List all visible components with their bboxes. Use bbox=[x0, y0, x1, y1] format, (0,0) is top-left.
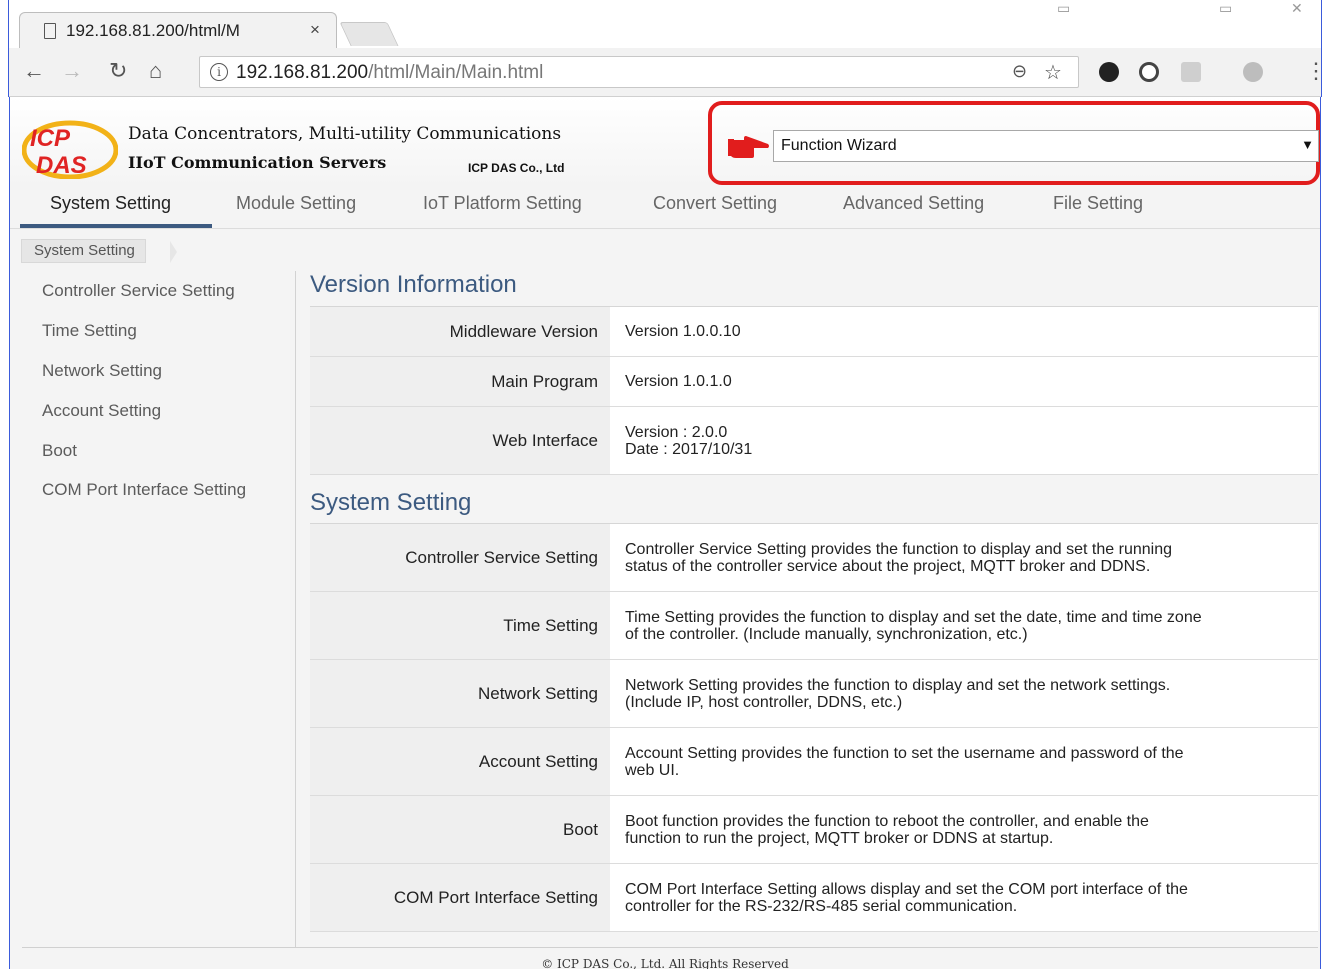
info-icon[interactable]: i bbox=[210, 63, 228, 81]
tab-file-setting[interactable]: File Setting bbox=[1053, 193, 1143, 214]
forward-icon[interactable]: → bbox=[61, 59, 83, 83]
version-row-value: Version 1.0.1.0 bbox=[625, 373, 732, 390]
url-text[interactable]: 192.168.81.200/html/Main/Main.html bbox=[236, 62, 543, 84]
reload-icon[interactable]: ↻ bbox=[109, 59, 127, 83]
sidebar-item-time-setting[interactable]: Time Setting bbox=[42, 321, 137, 341]
function-wizard-select[interactable]: Function Wizard ▼ bbox=[773, 130, 1319, 162]
sidebar-item-controller-service-setting[interactable]: Controller Service Setting bbox=[42, 281, 235, 301]
browser-tab[interactable]: 192.168.81.200/html/M × bbox=[19, 12, 337, 48]
browser-chrome: 192.168.81.200/html/M × ▭ ▭ ✕ ← → ↻ ⌂ i … bbox=[8, 0, 1322, 97]
tab-convert-setting[interactable]: Convert Setting bbox=[653, 193, 777, 214]
system-section-title: System Setting bbox=[310, 489, 472, 516]
system-row-label: Network Setting bbox=[310, 660, 610, 727]
active-tab-indicator bbox=[20, 224, 212, 228]
icpdas-logo: ICP DAS bbox=[22, 120, 118, 179]
extension-icon-1[interactable] bbox=[1099, 62, 1119, 82]
tab-strip: 192.168.81.200/html/M × ▭ ▭ ✕ bbox=[9, 0, 1321, 48]
system-row-description: Time Setting provides the function to di… bbox=[625, 608, 1202, 643]
browser-toolbar: ← → ↻ ⌂ i 192.168.81.200/html/Main/Main.… bbox=[9, 48, 1322, 97]
sidebar: Controller Service Setting Time Setting … bbox=[10, 271, 296, 947]
close-window-icon[interactable]: ✕ bbox=[1291, 0, 1303, 17]
version-row-value: Version 1.0.0.10 bbox=[625, 323, 741, 340]
maximize-icon[interactable]: ▭ bbox=[1219, 0, 1232, 17]
extension-icon-3[interactable] bbox=[1181, 62, 1201, 82]
system-row-label: Account Setting bbox=[310, 728, 610, 795]
tab-module-setting[interactable]: Module Setting bbox=[236, 193, 356, 214]
extension-icon-2[interactable] bbox=[1139, 62, 1159, 82]
close-tab-icon[interactable]: × bbox=[310, 20, 320, 40]
system-row-description: Account Setting provides the function to… bbox=[625, 744, 1184, 779]
sidebar-item-com-port-interface-setting[interactable]: COM Port Interface Setting bbox=[42, 480, 246, 500]
sidebar-item-network-setting[interactable]: Network Setting bbox=[42, 361, 162, 381]
version-row-label: Main Program bbox=[310, 357, 610, 406]
system-row-description: Controller Service Setting provides the … bbox=[625, 540, 1172, 575]
system-row: Boot Boot function provides the function… bbox=[310, 796, 1318, 864]
browser-menu-icon[interactable]: ⋮ bbox=[1305, 58, 1322, 84]
system-row: Controller Service Setting Controller Se… bbox=[310, 524, 1318, 592]
version-row-value: Version : 2.0.0 Date : 2017/10/31 bbox=[625, 423, 753, 458]
company-name: ICP DAS Co., Ltd bbox=[468, 161, 565, 175]
version-row: Middleware Version Version 1.0.0.10 bbox=[310, 307, 1318, 357]
tab-iot-platform-setting[interactable]: IoT Platform Setting bbox=[423, 193, 582, 214]
system-row: Time Setting Time Setting provides the f… bbox=[310, 592, 1318, 660]
web-page: ICP DAS Data Concentrators, Multi-utilit… bbox=[9, 97, 1321, 969]
restore-icon[interactable]: ▭ bbox=[1057, 0, 1070, 17]
version-row-label: Web Interface bbox=[310, 407, 610, 474]
tab-title: 192.168.81.200/html/M bbox=[66, 21, 240, 40]
site-header: ICP DAS Data Concentrators, Multi-utilit… bbox=[10, 97, 1320, 187]
new-tab-button[interactable] bbox=[339, 22, 399, 46]
version-row: Web Interface Version : 2.0.0 Date : 2017… bbox=[310, 407, 1318, 475]
tab-advanced-setting[interactable]: Advanced Setting bbox=[843, 193, 984, 214]
system-row-label: Boot bbox=[310, 796, 610, 863]
system-row-label: Time Setting bbox=[310, 592, 610, 659]
version-row: Main Program Version 1.0.1.0 bbox=[310, 357, 1318, 407]
system-row: Account Setting Account Setting provides… bbox=[310, 728, 1318, 796]
version-section-title: Version Information bbox=[310, 271, 517, 298]
svg-text:DAS: DAS bbox=[36, 152, 87, 179]
brand-line-1: Data Concentrators, Multi-utility Commun… bbox=[128, 124, 562, 144]
system-row-description: Boot function provides the function to r… bbox=[625, 812, 1149, 847]
breadcrumb-arrow bbox=[170, 241, 177, 263]
svg-text:ICP: ICP bbox=[30, 125, 71, 152]
pointing-hand-icon bbox=[728, 136, 769, 158]
system-row-description: COM Port Interface Setting allows displa… bbox=[625, 880, 1188, 915]
brand-line-2: IIoT Communication Servers bbox=[128, 153, 387, 172]
footer-divider bbox=[22, 947, 1318, 948]
dropdown-arrow-icon: ▼ bbox=[1301, 137, 1314, 152]
version-row-label: Middleware Version bbox=[310, 307, 610, 356]
tab-system-setting[interactable]: System Setting bbox=[50, 193, 171, 214]
system-row: COM Port Interface Setting COM Port Inte… bbox=[310, 864, 1318, 932]
system-row-label: COM Port Interface Setting bbox=[310, 864, 610, 931]
main-nav: System Setting Module Setting IoT Platfo… bbox=[10, 187, 1320, 229]
system-row: Network Setting Network Setting provides… bbox=[310, 660, 1318, 728]
back-icon[interactable]: ← bbox=[23, 59, 45, 83]
page-icon bbox=[44, 23, 56, 39]
sidebar-item-account-setting[interactable]: Account Setting bbox=[42, 401, 161, 421]
extension-icon-4[interactable] bbox=[1243, 62, 1263, 82]
zoom-icon[interactable]: ⊖ bbox=[1012, 61, 1027, 82]
breadcrumb: System Setting bbox=[21, 239, 146, 263]
sidebar-item-boot[interactable]: Boot bbox=[42, 441, 77, 461]
system-row-label: Controller Service Setting bbox=[310, 524, 610, 591]
footer-copyright: © ICP DAS Co., Ltd. All Rights Reserved bbox=[541, 957, 789, 969]
address-bar[interactable]: i 192.168.81.200/html/Main/Main.html ⊖ ☆ bbox=[199, 56, 1079, 88]
system-row-description: Network Setting provides the function to… bbox=[625, 676, 1171, 711]
bookmark-star-icon[interactable]: ☆ bbox=[1044, 60, 1062, 85]
home-icon[interactable]: ⌂ bbox=[149, 59, 162, 83]
wizard-selected-value: Function Wizard bbox=[781, 137, 897, 154]
